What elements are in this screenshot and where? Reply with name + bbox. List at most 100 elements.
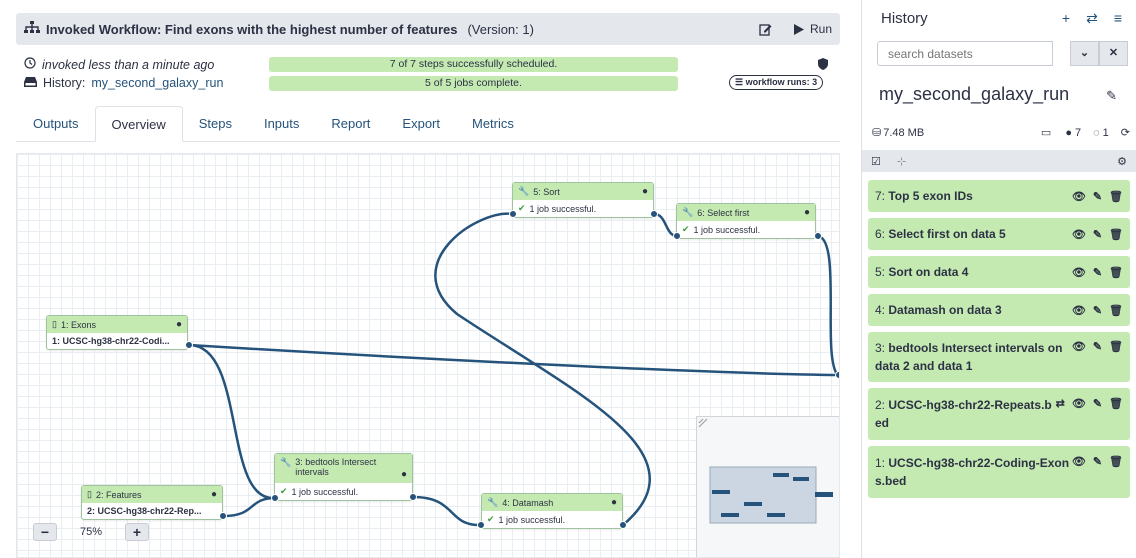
eye-icon[interactable]: 👁 bbox=[1072, 397, 1086, 440]
workflow-title: Invoked Workflow: Find exons with the hi… bbox=[24, 21, 534, 37]
pencil-icon[interactable]: ✎ bbox=[1093, 340, 1102, 382]
trash-icon[interactable]: 🗑 bbox=[1109, 228, 1123, 241]
history-toolbar: ☑ ⊹ ⚙ bbox=[862, 150, 1136, 172]
pencil-icon[interactable]: ✎ bbox=[1093, 397, 1102, 440]
pencil-icon[interactable]: ✎ bbox=[1106, 88, 1117, 104]
input-port[interactable] bbox=[673, 232, 681, 240]
trash-icon[interactable]: 🗑 bbox=[1109, 190, 1123, 203]
trash-icon[interactable]: 🗑 bbox=[1109, 304, 1123, 317]
pencil-icon[interactable]: ✎ bbox=[1093, 455, 1102, 498]
eye-slash-icon[interactable]: ◌ bbox=[1093, 127, 1100, 139]
check-square-icon[interactable]: ☑ bbox=[871, 155, 881, 168]
dataset-number: 2: bbox=[875, 398, 886, 412]
trash-icon[interactable]: 🗑 bbox=[1109, 340, 1123, 382]
dataset-name: Top 5 exon IDs bbox=[888, 189, 973, 203]
zoom-controls: − 75% + bbox=[33, 523, 149, 541]
output-port[interactable] bbox=[814, 232, 822, 240]
copy-icon[interactable]: ⇄ bbox=[1056, 397, 1065, 440]
workflow-runs-button[interactable]: ☰ workflow runs: 3 bbox=[729, 75, 824, 90]
eye-icon[interactable]: 👁 bbox=[1072, 340, 1086, 382]
shown-count: 7 bbox=[1074, 126, 1082, 139]
pencil-icon[interactable]: ✎ bbox=[1093, 304, 1102, 317]
workflow-header: Invoked Workflow: Find exons with the hi… bbox=[16, 13, 840, 45]
history-link[interactable]: my_second_galaxy_run bbox=[91, 76, 223, 90]
output-port[interactable] bbox=[409, 493, 417, 501]
node-sort[interactable]: 🔧 5: Sort ● ✔ 1 job successful. bbox=[512, 182, 654, 218]
history-ref: History: my_second_galaxy_run bbox=[24, 76, 223, 90]
tab-outputs[interactable]: Outputs bbox=[16, 106, 95, 142]
dataset-name: Datamash on data 3 bbox=[888, 303, 1002, 317]
dataset-item[interactable]: 6: Select first on data 5 👁 ✎ 🗑 bbox=[868, 218, 1130, 250]
dataset-item[interactable]: 5: Sort on data 4 👁 ✎ 🗑 bbox=[868, 256, 1130, 288]
plus-icon[interactable]: + bbox=[1062, 10, 1070, 27]
output-port[interactable] bbox=[650, 210, 658, 218]
node-status: 1 job successful. bbox=[291, 486, 359, 497]
trash-icon[interactable]: 🗑 bbox=[1109, 397, 1123, 440]
pencil-icon[interactable]: ✎ bbox=[1093, 228, 1102, 241]
switch-icon[interactable]: ⇄ bbox=[1086, 10, 1098, 27]
output-port[interactable] bbox=[619, 521, 627, 529]
input-port[interactable] bbox=[271, 494, 279, 502]
dataset-item[interactable]: 2: UCSC-hg38-chr22-Repeats.bed ⇄ 👁 ✎ 🗑 bbox=[868, 388, 1130, 440]
node-title: 3: bedtools Intersect intervals bbox=[295, 457, 377, 477]
eye-icon[interactable]: 👁 bbox=[1072, 455, 1086, 498]
node-exons-input[interactable]: ▯ 1: Exons ● 1: UCSC-hg38-chr22-Codi... bbox=[46, 315, 188, 350]
map-marker-icon[interactable]: ● bbox=[1065, 127, 1072, 139]
input-port[interactable] bbox=[477, 521, 485, 529]
dataset-number: 4: bbox=[875, 303, 886, 317]
node-features-input[interactable]: ▯ 2: Features ● 2: UCSC-hg38-chr22-Rep... bbox=[81, 485, 223, 520]
workflow-canvas[interactable]: 🔧 5: Sort ● ✔ 1 job successful. 🔧 6: Select … bbox=[16, 153, 840, 558]
pencil-icon[interactable]: ✎ bbox=[1093, 190, 1102, 203]
dataset-name: UCSC-hg38-chr22-Repeats.bed bbox=[875, 398, 1052, 430]
tab-overview[interactable]: Overview bbox=[94, 106, 183, 142]
workflow-version: (Version: 1) bbox=[467, 21, 534, 37]
clock-icon bbox=[24, 57, 36, 72]
advanced-search-button[interactable]: ⌄ bbox=[1070, 41, 1099, 66]
trash-icon[interactable]: 🗑 bbox=[1109, 455, 1123, 498]
trash-icon[interactable]: 🗑 bbox=[1109, 266, 1123, 279]
search-datasets-input[interactable] bbox=[877, 41, 1053, 66]
compress-icon[interactable]: ⊹ bbox=[897, 155, 906, 168]
edit-workflow-button[interactable] bbox=[759, 23, 772, 36]
output-port[interactable] bbox=[185, 341, 193, 349]
input-port[interactable] bbox=[835, 371, 839, 379]
eye-icon[interactable]: 👁 bbox=[1072, 304, 1086, 317]
zoom-in-button[interactable]: + bbox=[125, 523, 149, 541]
node-select-first[interactable]: 🔧 6: Select first ● ✔ 1 job successful. bbox=[676, 203, 816, 239]
dataset-number: 3: bbox=[875, 341, 886, 355]
dataset-item[interactable]: 4: Datamash on data 3 👁 ✎ 🗑 bbox=[868, 294, 1130, 326]
node-datamash[interactable]: 🔧 4: Datamash ● ✔ 1 job successful. bbox=[481, 493, 623, 529]
pencil-icon[interactable]: ✎ bbox=[1093, 266, 1102, 279]
dataset-item[interactable]: 3: bedtools Intersect intervals on data … bbox=[868, 332, 1130, 382]
input-port[interactable] bbox=[509, 210, 517, 218]
eye-icon[interactable]: 👁 bbox=[1072, 228, 1086, 241]
tab-report[interactable]: Report bbox=[315, 106, 386, 142]
steps-progress-bar: 7 of 7 steps successfully scheduled. bbox=[269, 57, 678, 72]
check-icon: ✔ bbox=[518, 203, 526, 213]
tab-inputs[interactable]: Inputs bbox=[248, 106, 315, 142]
zoom-out-button[interactable]: − bbox=[33, 523, 57, 541]
gear-icon[interactable]: ⚙ bbox=[1117, 155, 1127, 168]
hdd-icon[interactable]: ▭ bbox=[1041, 126, 1051, 139]
node-bedtools[interactable]: 🔧 3: bedtools Intersect intervals ● ✔ 1 job… bbox=[274, 453, 413, 501]
edit-icon bbox=[759, 23, 772, 36]
dataset-number: 7: bbox=[875, 189, 886, 203]
workflow-minimap[interactable] bbox=[696, 416, 839, 557]
clear-search-button[interactable]: ✕ bbox=[1099, 41, 1128, 66]
run-button[interactable]: Run bbox=[793, 22, 832, 36]
history-actions: + ⇄ ≡ bbox=[1062, 10, 1122, 27]
dataset-item[interactable]: 1: UCSC-hg38-chr22-Coding-Exons.bed 👁 ✎ 🗑 bbox=[868, 446, 1130, 498]
eye-icon[interactable]: 👁 bbox=[1072, 266, 1086, 279]
tab-steps[interactable]: Steps bbox=[183, 106, 248, 142]
shield-icon[interactable] bbox=[818, 58, 828, 73]
check-circle-icon: ● bbox=[400, 469, 407, 480]
dataset-name: UCSC-hg38-chr22-Coding-Exons.bed bbox=[875, 456, 1070, 488]
menu-icon[interactable]: ≡ bbox=[1114, 10, 1122, 27]
tab-metrics[interactable]: Metrics bbox=[456, 106, 530, 142]
eye-icon[interactable]: 👁 bbox=[1072, 190, 1086, 203]
refresh-icon[interactable]: ⟳ bbox=[1121, 126, 1130, 139]
dataset-item[interactable]: 7: Top 5 exon IDs 👁 ✎ 🗑 bbox=[868, 180, 1130, 212]
output-port[interactable] bbox=[219, 512, 227, 520]
tab-export[interactable]: Export bbox=[386, 106, 456, 142]
wrench-icon: 🔧 bbox=[280, 457, 292, 467]
